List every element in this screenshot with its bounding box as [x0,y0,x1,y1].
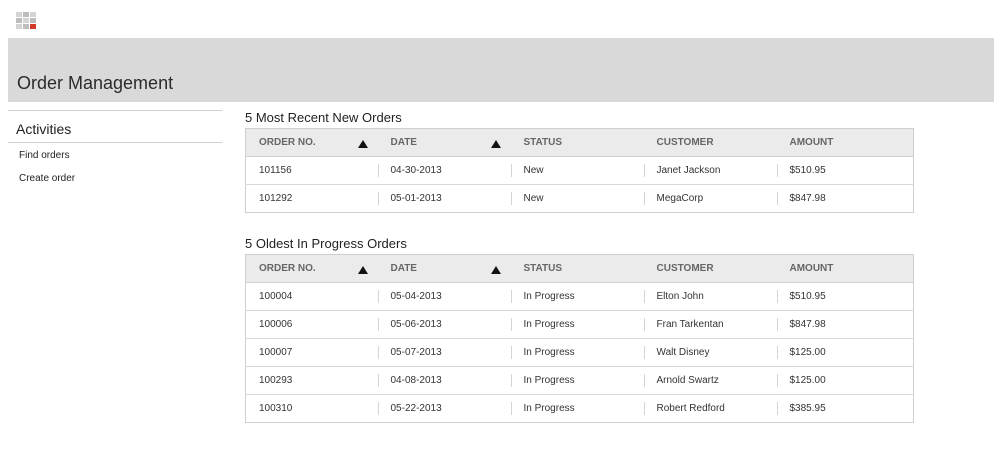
date-cell: 05-04-2013 [377,283,511,310]
customer-cell: Fran Tarkentan [643,311,777,338]
order-no-cell: 100310 [259,403,293,414]
customer-cell: Walt Disney [643,339,777,366]
order-no-cell: 100007 [259,347,293,358]
in-progress-orders-section: 5 Oldest In Progress Orders ORDER NO. DA… [245,236,914,423]
column-header-order-no[interactable]: ORDER NO. [245,128,378,157]
order-no-cell: 100293 [259,375,293,386]
table-row[interactable]: 100293 04-08-2013 In Progress Arnold Swa… [245,366,914,395]
section-title: 5 Oldest In Progress Orders [245,236,407,251]
amount-cell: $510.95 [776,283,914,310]
order-no-cell: 101156 [259,165,292,176]
divider [8,142,222,143]
date-cell: 04-08-2013 [377,367,511,394]
table-row[interactable]: 100310 05-22-2013 In Progress Robert Red… [246,395,914,423]
table-row[interactable]: 100006 05-06-2013 In Progress Fran Tarke… [245,310,914,339]
title-banner: Order Management [8,38,994,102]
column-header-amount[interactable]: AMOUNT [776,128,914,157]
order-no-cell: 101292 [259,193,293,204]
grid-logo-icon[interactable] [16,12,36,30]
sort-ascending-icon[interactable] [490,266,501,274]
column-header-date[interactable]: DATE [377,254,511,283]
table-header-row: ORDER NO. DATE STATUS CUSTOMER AMOUNT [245,128,914,157]
sort-ascending-icon[interactable] [357,266,368,274]
status-cell: In Progress [510,339,644,366]
amount-cell: $510.95 [776,157,914,184]
date-cell: 04-30-2013 [377,157,511,184]
amount-cell: $125.00 [776,339,914,366]
status-cell: New [510,157,644,184]
table-header-row: ORDER NO. DATE STATUS CUSTOMER AMOUNT [245,254,914,283]
amount-cell: $847.98 [776,185,914,212]
column-header-status[interactable]: STATUS [510,254,644,283]
column-header-status[interactable]: STATUS [510,128,644,157]
sidebar-item-find-orders[interactable]: Find orders [8,149,222,162]
in-progress-orders-table: ORDER NO. DATE STATUS CUSTOMER AMOUNT 10… [245,254,914,423]
amount-cell: $847.98 [776,311,914,338]
table-row[interactable]: 100004 05-04-2013 In Progress Elton John… [245,282,914,311]
status-cell: In Progress [510,283,644,310]
status-cell: New [510,185,644,212]
customer-cell: Janet Jackson [643,157,777,184]
date-cell: 05-07-2013 [377,339,511,366]
table-row[interactable]: 100007 05-07-2013 In Progress Walt Disne… [245,338,914,367]
sort-ascending-icon[interactable] [357,140,368,148]
table-row[interactable]: 101292 05-01-2013 New MegaCorp $847.98 [246,185,914,213]
column-header-order-no[interactable]: ORDER NO. [245,254,378,283]
column-header-amount[interactable]: AMOUNT [776,254,914,283]
customer-cell: MegaCorp [643,185,777,212]
status-cell: In Progress [510,395,644,422]
status-cell: In Progress [510,311,644,338]
order-no-cell: 100006 [259,319,293,330]
date-cell: 05-01-2013 [377,185,511,212]
sort-ascending-icon[interactable] [490,140,501,148]
sidebar-heading: Activities [16,121,72,137]
page-title: Order Management [17,73,174,93]
column-header-customer[interactable]: CUSTOMER [643,254,777,283]
recent-orders-section: 5 Most Recent New Orders ORDER NO. DATE … [245,110,914,213]
date-cell: 05-06-2013 [377,311,511,338]
section-title: 5 Most Recent New Orders [245,110,402,125]
top-bar [0,0,994,38]
status-cell: In Progress [510,367,644,394]
column-header-customer[interactable]: CUSTOMER [643,128,777,157]
customer-cell: Arnold Swartz [643,367,777,394]
recent-orders-table: ORDER NO. DATE STATUS CUSTOMER AMOUNT 10… [245,128,914,213]
date-cell: 05-22-2013 [377,395,511,422]
table-row[interactable]: 101156 04-30-2013 New Janet Jackson $510… [245,156,914,185]
amount-cell: $125.00 [776,367,914,394]
order-no-cell: 100004 [259,291,293,302]
sidebar-item-create-order[interactable]: Create order [8,172,222,185]
sidebar: Activities Find orders Create order [8,110,222,185]
amount-cell: $385.95 [776,395,914,422]
customer-cell: Robert Redford [643,395,777,422]
customer-cell: Elton John [643,283,777,310]
column-header-date[interactable]: DATE [377,128,511,157]
